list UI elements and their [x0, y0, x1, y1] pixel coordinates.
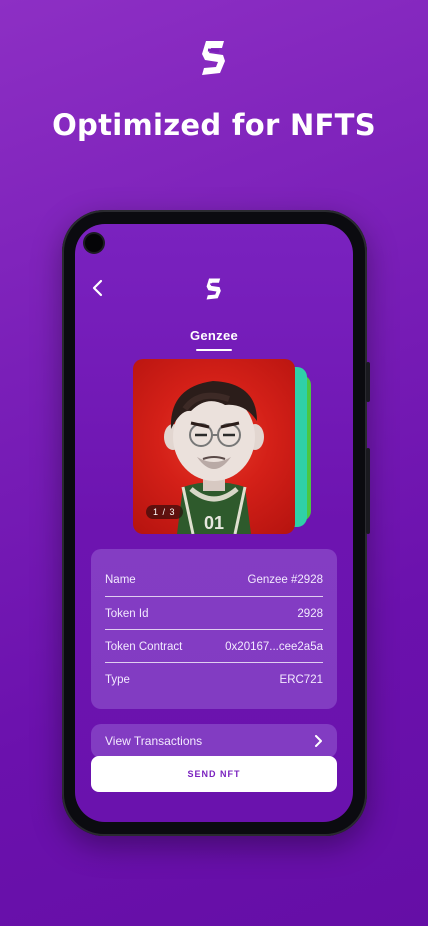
detail-row-token-id: Token Id 2928 — [105, 597, 323, 630]
view-transactions-button[interactable]: View Transactions — [91, 724, 337, 758]
nft-image-card[interactable]: 01 1 / 3 — [133, 359, 295, 534]
brand-logo-icon — [202, 41, 225, 75]
chevron-left-icon — [92, 279, 103, 297]
phone-screen: Genzee 01 1 / 3 Name Genzee #2928 Token … — [75, 224, 353, 822]
phone-volume-button — [366, 362, 370, 402]
page-title: Genzee — [189, 328, 239, 343]
detail-row-token-contract: Token Contract 0x20167...cee2a5a — [105, 630, 323, 663]
detail-label: Token Contract — [105, 640, 183, 653]
image-counter: 1 / 3 — [146, 505, 183, 519]
title-underline — [196, 349, 232, 351]
chevron-right-icon — [315, 735, 322, 747]
camera-icon — [85, 234, 103, 252]
back-button[interactable] — [89, 278, 107, 298]
brand-logo-icon — [206, 278, 221, 300]
detail-label: Type — [105, 673, 130, 686]
detail-label: Token Id — [105, 607, 149, 620]
detail-value[interactable]: 0x20167...cee2a5a — [225, 641, 323, 653]
view-transactions-label: View Transactions — [105, 734, 203, 748]
detail-value: Genzee #2928 — [247, 573, 323, 586]
phone-power-button — [366, 448, 370, 534]
nft-details-panel: Name Genzee #2928 Token Id 2928 Token Co… — [91, 549, 337, 709]
headline: Optimized for NFTS — [52, 108, 376, 142]
detail-label: Name — [105, 573, 136, 586]
detail-row-type: Type ERC721 — [105, 663, 323, 696]
detail-value: 2928 — [297, 607, 323, 620]
jersey-number: 01 — [204, 513, 224, 533]
detail-row-name: Name Genzee #2928 — [105, 563, 323, 596]
send-nft-button[interactable]: SEND NFT — [91, 756, 337, 792]
detail-value: ERC721 — [279, 673, 323, 686]
